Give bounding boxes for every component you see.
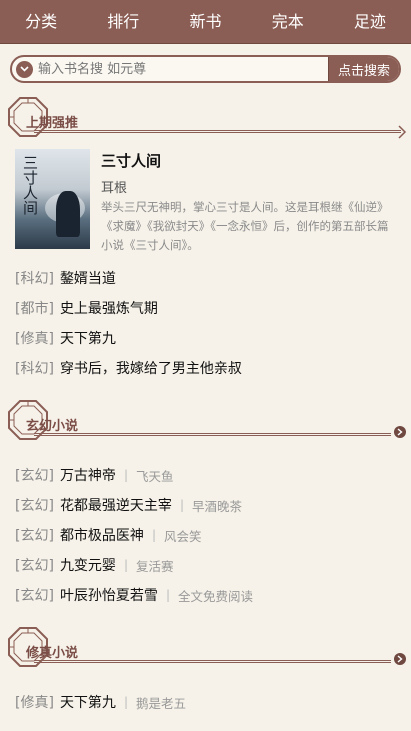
- nav-category[interactable]: 分类: [0, 0, 82, 44]
- book-title[interactable]: 天下第九: [60, 328, 116, 348]
- section-header-recommend: 上期强推: [0, 95, 411, 143]
- list-item[interactable]: [科幻] 鏊婿当道: [15, 263, 396, 293]
- book-author[interactable]: 全文免费阅读: [178, 586, 253, 605]
- book-category: [科幻]: [15, 271, 54, 287]
- book-title[interactable]: 天下第九: [60, 692, 116, 712]
- book-author[interactable]: 早酒晚茶: [192, 496, 242, 515]
- featured-info: 三寸人间 耳根 举头三尺无神明，掌心三寸是人间。这是耳根继《仙逆》《求魔》《我欲…: [101, 149, 397, 255]
- book-title[interactable]: 都市极品医神: [60, 525, 144, 545]
- book-category: [玄幻]: [15, 588, 54, 604]
- list-item[interactable]: [玄幻] 花都最强逆天主宰 | 早酒晚茶: [15, 490, 396, 520]
- section-divider: [34, 660, 391, 663]
- book-cover[interactable]: 三寸人间: [15, 149, 90, 249]
- featured-book[interactable]: 三寸人间 三寸人间 耳根 举头三尺无神明，掌心三寸是人间。这是耳根继《仙逆》《求…: [0, 143, 411, 255]
- book-category: [都市]: [15, 301, 54, 317]
- nav-ranking[interactable]: 排行: [82, 0, 164, 44]
- search-button[interactable]: 点击搜索: [327, 57, 399, 81]
- xiuzhen-list: [修真] 天下第九 | 鹅是老五: [0, 685, 411, 717]
- list-item[interactable]: [修真] 天下第九 | 鹅是老五: [15, 687, 396, 717]
- chevron-right-icon: [397, 428, 403, 436]
- top-nav: 分类 排行 新书 完本 足迹: [0, 0, 411, 44]
- separator: |: [179, 498, 184, 512]
- section-title: 玄幻小说: [26, 419, 79, 434]
- list-item[interactable]: [玄幻] 万古神帝 | 飞天鱼: [15, 460, 396, 490]
- separator: |: [123, 468, 128, 482]
- book-category: [玄幻]: [15, 558, 54, 574]
- chevron-right-icon: [397, 655, 403, 663]
- featured-author[interactable]: 耳根: [101, 177, 397, 196]
- search-bar: 点击搜索: [10, 55, 401, 83]
- nav-history[interactable]: 足迹: [329, 0, 411, 44]
- nav-new-books[interactable]: 新书: [164, 0, 246, 44]
- xuanhuan-list: [玄幻] 万古神帝 | 飞天鱼 [玄幻] 花都最强逆天主宰 | 早酒晚茶 [玄幻…: [0, 458, 411, 610]
- section-divider: [34, 433, 391, 436]
- featured-description: 举头三尺无神明，掌心三寸是人间。这是耳根继《仙逆》《求魔》《我欲封天》《一念永恒…: [101, 200, 389, 252]
- book-title[interactable]: 史上最强炼气期: [60, 298, 158, 318]
- book-title[interactable]: 万古神帝: [60, 465, 116, 485]
- recommend-list: [科幻] 鏊婿当道 [都市] 史上最强炼气期 [修真] 天下第九 [科幻] 穿书…: [0, 261, 411, 383]
- list-item[interactable]: [玄幻] 九变元婴 | 复活赛: [15, 550, 396, 580]
- book-author[interactable]: 风会笑: [164, 526, 202, 545]
- section-header-xuanhuan: 玄幻小说: [0, 398, 411, 446]
- scroll-end-icon: [398, 125, 407, 139]
- section-title: 上期强推: [26, 116, 79, 131]
- cover-figure: [56, 191, 80, 237]
- book-title[interactable]: 花都最强逆天主宰: [60, 495, 172, 515]
- more-button[interactable]: [394, 653, 406, 665]
- book-author[interactable]: 飞天鱼: [136, 466, 174, 485]
- section-divider: [34, 130, 401, 133]
- section-title: 修真小说: [26, 646, 79, 661]
- book-category: [修真]: [15, 331, 54, 347]
- list-item[interactable]: [玄幻] 都市极品医神 | 风会笑: [15, 520, 396, 550]
- separator: |: [151, 528, 156, 542]
- book-title[interactable]: 穿书后，我嫁给了男主他亲叔: [60, 358, 242, 378]
- book-author[interactable]: 复活赛: [136, 556, 174, 575]
- separator: |: [123, 558, 128, 572]
- featured-title[interactable]: 三寸人间: [101, 150, 397, 171]
- section-header-xiuzhen: 修真小说: [0, 625, 411, 673]
- list-item[interactable]: [玄幻] 叶辰孙怡夏若雪 | 全文免费阅读: [15, 580, 396, 610]
- more-button[interactable]: [394, 426, 406, 438]
- search-scope-toggle[interactable]: [12, 57, 36, 81]
- separator: |: [123, 695, 128, 709]
- book-author[interactable]: 鹅是老五: [136, 693, 186, 712]
- list-item[interactable]: [都市] 史上最强炼气期: [15, 293, 396, 323]
- book-title[interactable]: 九变元婴: [60, 555, 116, 575]
- separator: |: [165, 588, 170, 602]
- book-title[interactable]: 叶辰孙怡夏若雪: [60, 585, 158, 605]
- book-category: [修真]: [15, 695, 54, 711]
- nav-completed[interactable]: 完本: [247, 0, 329, 44]
- book-category: [科幻]: [15, 361, 54, 377]
- search-bar-wrap: 点击搜索: [0, 44, 411, 83]
- book-title[interactable]: 鏊婿当道: [60, 268, 116, 288]
- book-category: [玄幻]: [15, 468, 54, 484]
- list-item[interactable]: [科幻] 穿书后，我嫁给了男主他亲叔: [15, 353, 396, 383]
- book-category: [玄幻]: [15, 498, 54, 514]
- cover-title: 三寸人间: [21, 155, 39, 215]
- search-input[interactable]: [36, 57, 328, 81]
- chevron-down-icon: [15, 60, 33, 78]
- book-category: [玄幻]: [15, 528, 54, 544]
- list-item[interactable]: [修真] 天下第九: [15, 323, 396, 353]
